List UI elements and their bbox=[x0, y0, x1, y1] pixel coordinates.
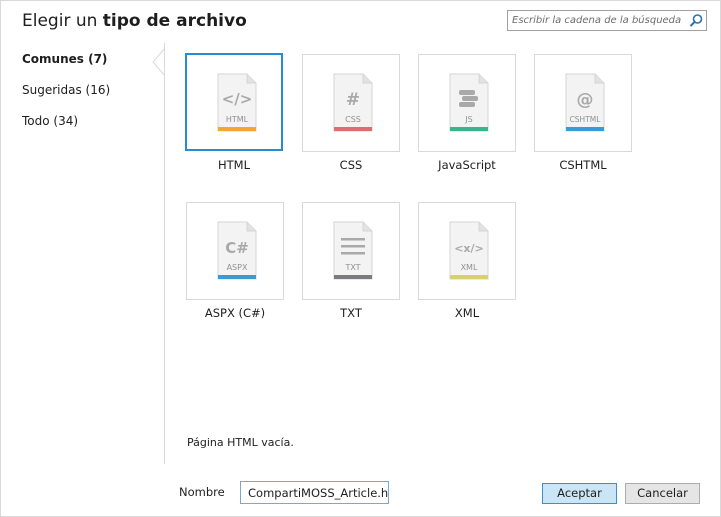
dialog-title-bold: tipo de archivo bbox=[102, 11, 247, 31]
file-type-xml[interactable]: <x/> XML bbox=[418, 202, 516, 300]
file-type-label: XML bbox=[454, 306, 480, 320]
accept-button[interactable]: Aceptar bbox=[542, 483, 617, 504]
file-type-label: ASPX (C#) bbox=[204, 306, 266, 320]
css-file-icon: # CSS bbox=[333, 73, 373, 132]
cancel-button[interactable]: Cancelar bbox=[625, 483, 700, 504]
file-type-css[interactable]: # CSS bbox=[302, 54, 400, 152]
javascript-file-icon: JS bbox=[449, 73, 489, 132]
file-type-dialog: Elegir un tipo de archivo Comunes (7) Su… bbox=[0, 0, 721, 517]
svg-text:XML: XML bbox=[461, 263, 478, 272]
panel-divider bbox=[164, 43, 165, 464]
file-type-label: CSHTML bbox=[559, 158, 607, 172]
category-sugeridas[interactable]: Sugeridas (16) bbox=[22, 83, 110, 97]
file-name-input[interactable] bbox=[240, 481, 389, 504]
svg-text:CSS: CSS bbox=[345, 115, 361, 124]
aspx-file-icon: C# ASPX bbox=[217, 221, 257, 280]
svg-text:CSHTML: CSHTML bbox=[570, 115, 602, 124]
svg-text:TXT: TXT bbox=[344, 263, 360, 272]
search-input[interactable] bbox=[508, 11, 684, 30]
dialog-title: Elegir un tipo de archivo bbox=[22, 11, 247, 31]
file-type-html[interactable]: </> HTML bbox=[185, 53, 283, 151]
txt-file-icon: TXT bbox=[333, 221, 373, 280]
cshtml-file-icon: @ CSHTML bbox=[565, 73, 605, 132]
name-label: Nombre bbox=[179, 485, 225, 499]
svg-text:HTML: HTML bbox=[226, 115, 249, 124]
svg-text:JS: JS bbox=[464, 115, 472, 124]
html-file-icon: </> HTML bbox=[217, 73, 257, 132]
svg-text:C#: C# bbox=[225, 239, 249, 257]
dialog-title-prefix: Elegir un bbox=[22, 11, 103, 31]
svg-text:ASPX: ASPX bbox=[227, 263, 248, 272]
svg-text:@: @ bbox=[577, 90, 594, 110]
xml-file-icon: <x/> XML bbox=[449, 221, 489, 280]
file-type-label: CSS bbox=[339, 158, 363, 172]
file-type-cshtml[interactable]: @ CSHTML bbox=[534, 54, 632, 152]
file-type-label: HTML bbox=[217, 158, 250, 172]
svg-text:</>: </> bbox=[222, 90, 253, 108]
category-todo[interactable]: Todo (34) bbox=[22, 114, 78, 128]
file-type-label: TXT bbox=[340, 306, 362, 320]
search-box[interactable] bbox=[507, 10, 707, 31]
category-comunes[interactable]: Comunes (7) bbox=[22, 52, 107, 66]
svg-text:#: # bbox=[346, 90, 360, 110]
file-type-aspx[interactable]: C# ASPX bbox=[186, 202, 284, 300]
file-type-txt[interactable]: TXT bbox=[302, 202, 400, 300]
file-type-label: JavaScript bbox=[438, 158, 496, 172]
file-type-javascript[interactable]: JS bbox=[418, 54, 516, 152]
svg-text:<x/>: <x/> bbox=[454, 242, 484, 255]
file-type-description: Página HTML vacía. bbox=[187, 436, 294, 449]
search-icon[interactable] bbox=[688, 13, 704, 28]
